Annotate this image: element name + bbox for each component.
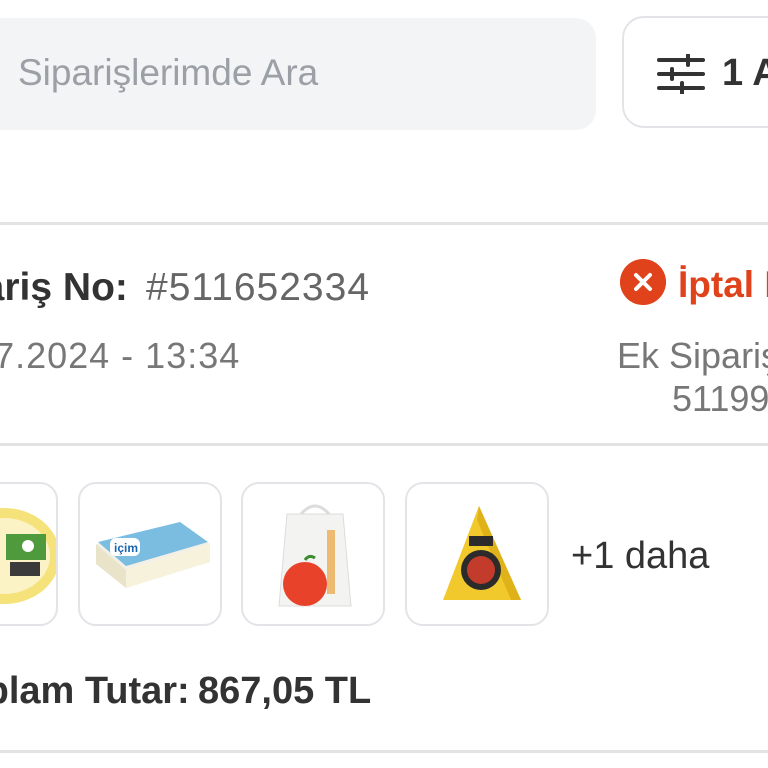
extra-order-number: 511990000 <box>672 378 768 419</box>
sliders-icon <box>657 54 705 94</box>
filter-button[interactable]: 1 A <box>622 16 768 128</box>
total-amount: 867,05 TL <box>198 670 372 712</box>
icim-white-cheese-product: içim <box>96 522 210 588</box>
total-label: Toplam Tutar: <box>0 670 190 712</box>
round-cheese-wheel-product <box>0 508 56 604</box>
migros-shopping-bag-product <box>278 504 352 607</box>
order-date: 24.07.2024 - 13:34 <box>0 335 241 376</box>
product-thumbnail[interactable] <box>405 482 549 626</box>
cheddar-cheese-wedge-product <box>443 506 521 600</box>
filter-label: 1 A <box>722 52 768 94</box>
search-placeholder: Siparişlerimde Ara <box>18 52 319 93</box>
extra-order-label: Ek Sipariş No: <box>617 335 768 376</box>
order-number-label: Sipariş No: <box>0 266 128 309</box>
close-circle-icon <box>620 259 666 305</box>
product-thumbnail[interactable] <box>241 482 385 626</box>
more-items-label[interactable]: +1 daha <box>571 535 709 578</box>
order-status: İptal Edildi <box>678 264 768 305</box>
product-thumbnail[interactable]: içim <box>78 482 222 626</box>
divider <box>0 443 768 446</box>
divider <box>0 222 768 225</box>
search-input[interactable]: Siparişlerimde Ara <box>0 18 596 130</box>
product-thumbnail[interactable] <box>0 482 58 626</box>
svg-text:içim: içim <box>114 541 138 555</box>
orders-page: Siparişlerimde Ara 1 A Sipariş No: #5116… <box>0 0 768 768</box>
order-number: #511652334 <box>146 266 371 309</box>
divider <box>0 750 768 753</box>
